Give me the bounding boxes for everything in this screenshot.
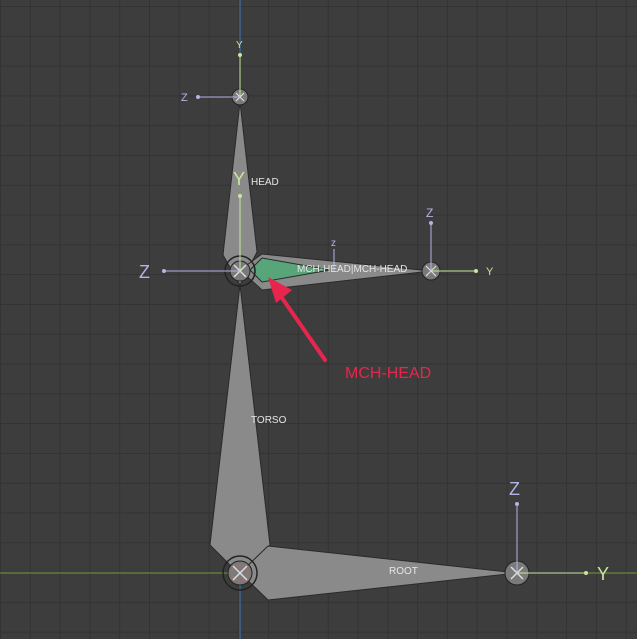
- bone-label-torso: TORSO: [251, 415, 287, 426]
- axis-label-z: Z: [139, 262, 150, 282]
- viewport-canvas: Y Z Y Z Z Y z Z Y HEAD MCH-HEAD|MCH-HEAD…: [0, 0, 637, 639]
- axis-label-y: Y: [233, 169, 245, 189]
- axis-label-y: Y: [236, 40, 243, 51]
- bone-torso[interactable]: [209, 284, 271, 576]
- bone-label-head: HEAD: [251, 177, 279, 188]
- 3d-viewport[interactable]: Y Z Y Z Z Y z Z Y HEAD MCH-HEAD|MCH-HEAD…: [0, 0, 637, 639]
- axis-label-z: Z: [509, 479, 520, 499]
- axis-label-z: Z: [426, 206, 433, 220]
- axis-label-y: Y: [597, 564, 609, 584]
- bone-label-mch-head: MCH-HEAD|MCH-HEAD: [297, 264, 407, 275]
- joint-root-base[interactable]: [222, 555, 258, 591]
- annotation-arrow: [268, 277, 327, 362]
- bone-label-root: ROOT: [389, 566, 418, 577]
- axis-label-y: Y: [486, 266, 494, 278]
- bone-root[interactable]: [239, 545, 518, 601]
- axis-label-z: Z: [181, 92, 188, 104]
- annotation-label: MCH-HEAD: [345, 365, 431, 382]
- axis-label-small-z: z: [331, 238, 336, 249]
